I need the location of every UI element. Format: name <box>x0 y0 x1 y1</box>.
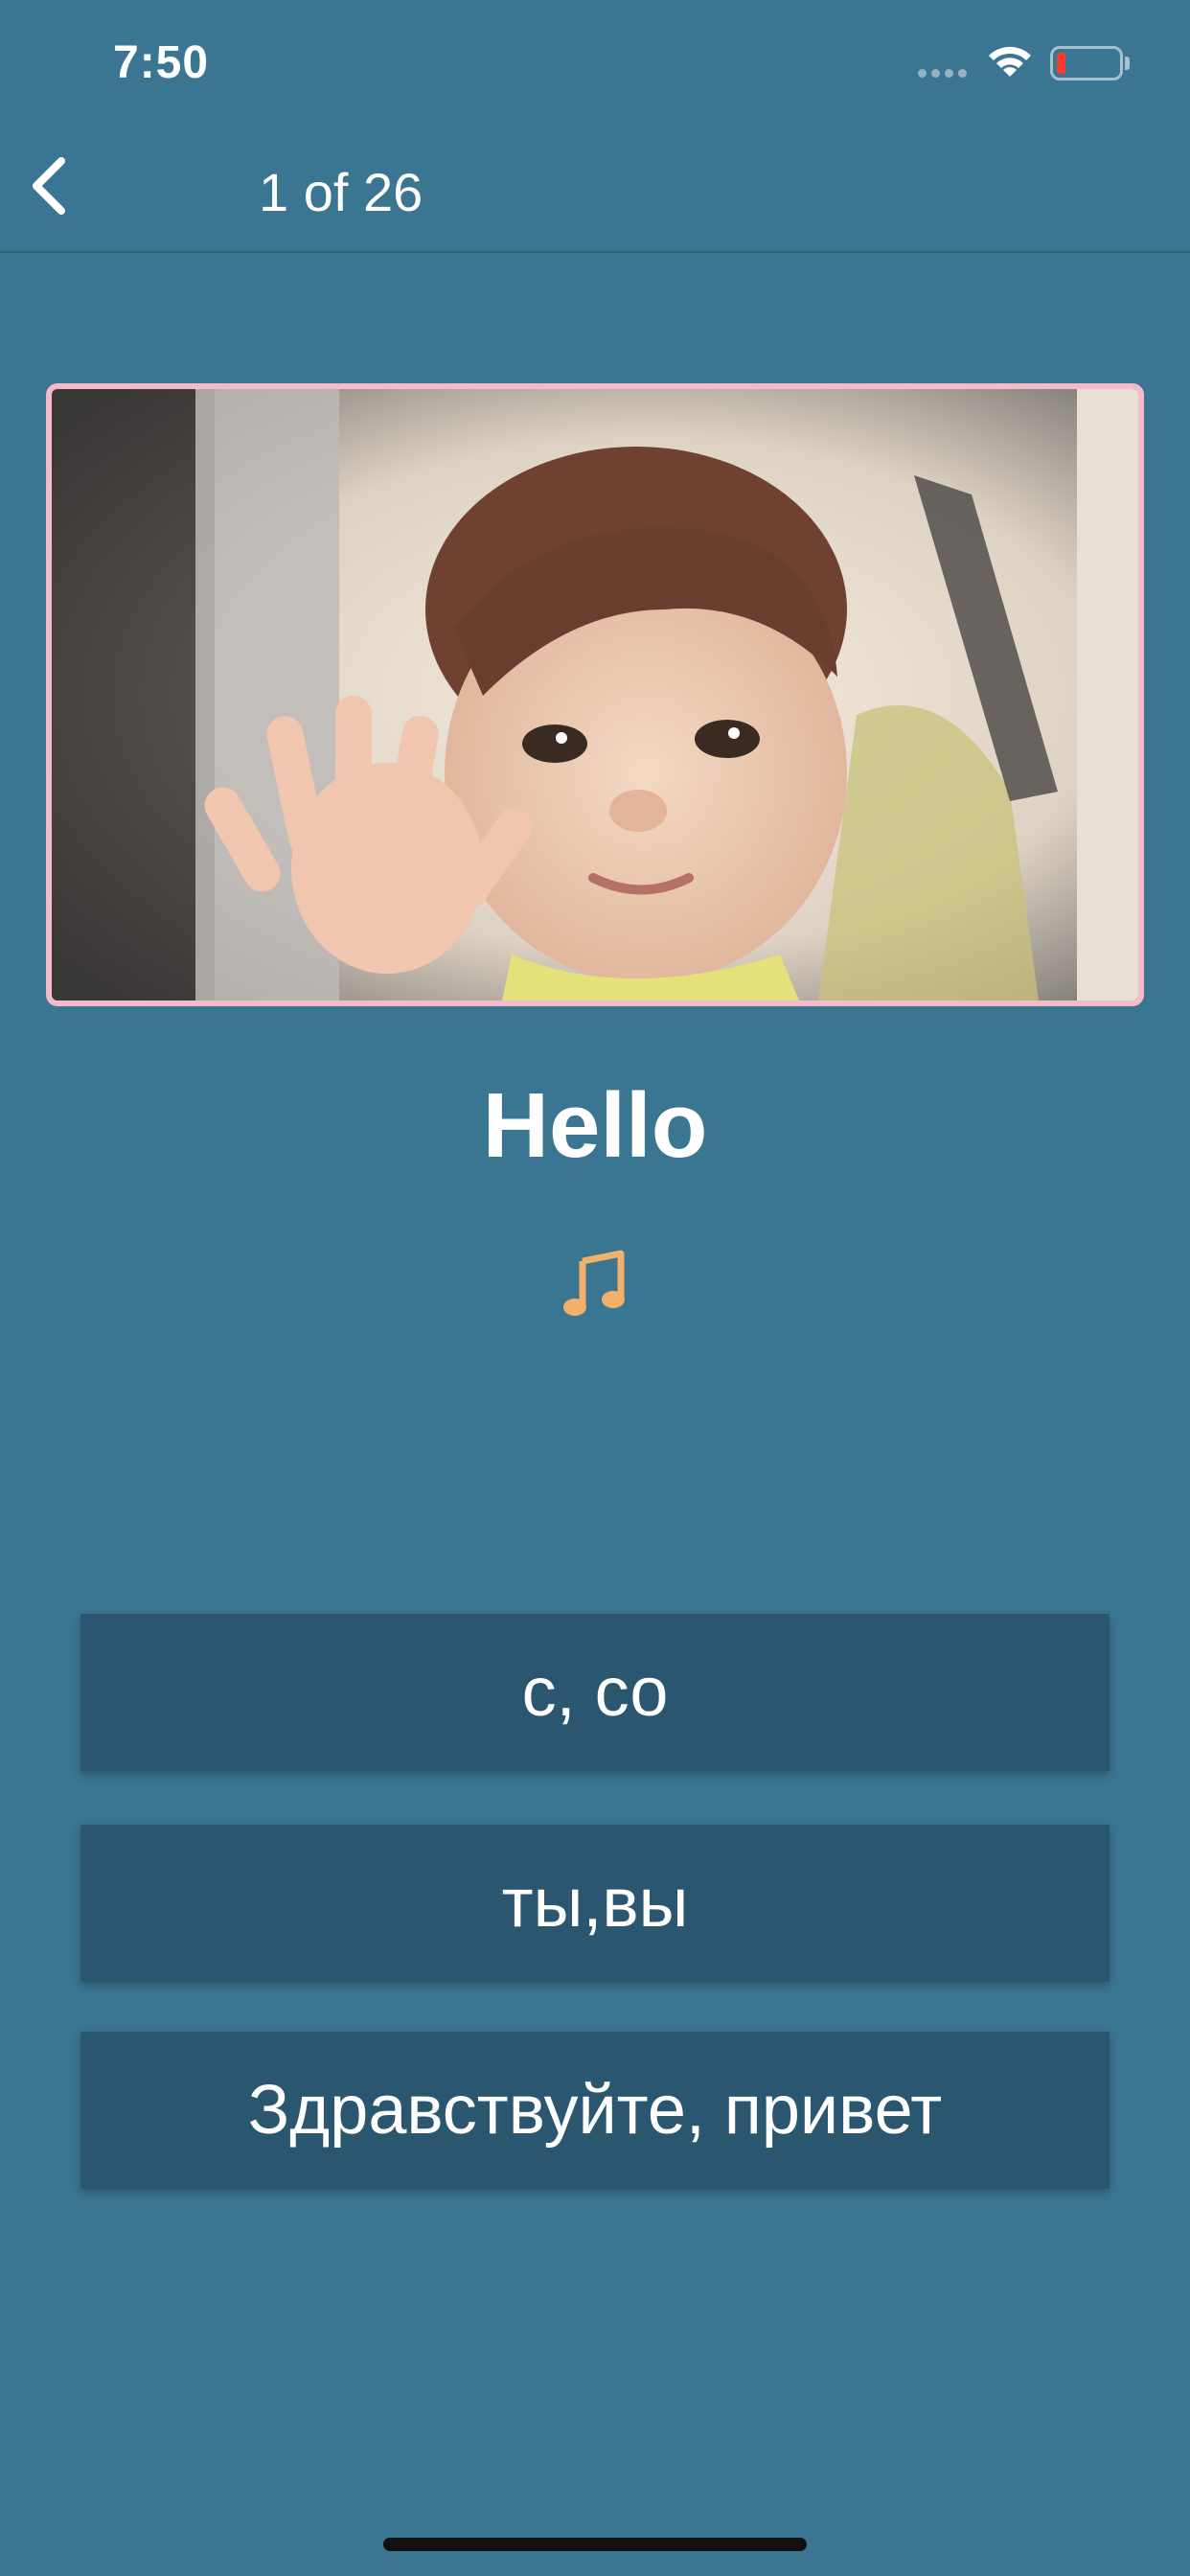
battery-cap <box>1125 57 1130 70</box>
cellular-signal-icon <box>918 69 972 80</box>
home-indicator[interactable] <box>383 2538 807 2551</box>
wifi-icon <box>985 42 1035 80</box>
chevron-left-icon <box>33 157 65 215</box>
back-button[interactable] <box>13 148 90 224</box>
waving-baby-illustration <box>52 389 1138 1000</box>
play-sound-button[interactable] <box>561 1248 629 1321</box>
battery-level <box>1057 53 1065 74</box>
battery-icon <box>1050 46 1123 80</box>
status-time: 7:50 <box>113 37 210 88</box>
progress-title: 1 of 26 <box>259 162 423 222</box>
answer-option-3[interactable]: Здравствуйте, привет <box>80 2032 1110 2189</box>
flashcard-word: Hello <box>482 1074 708 1177</box>
answer-option-1[interactable]: с, со <box>80 1614 1110 1771</box>
music-note-icon <box>563 1250 625 1316</box>
navigation-bar: 1 of 26 <box>0 126 1190 253</box>
status-bar: 7:50 <box>0 0 1190 126</box>
answer-option-2[interactable]: ты,вы <box>80 1825 1110 1982</box>
flashcard-image <box>46 383 1144 1006</box>
